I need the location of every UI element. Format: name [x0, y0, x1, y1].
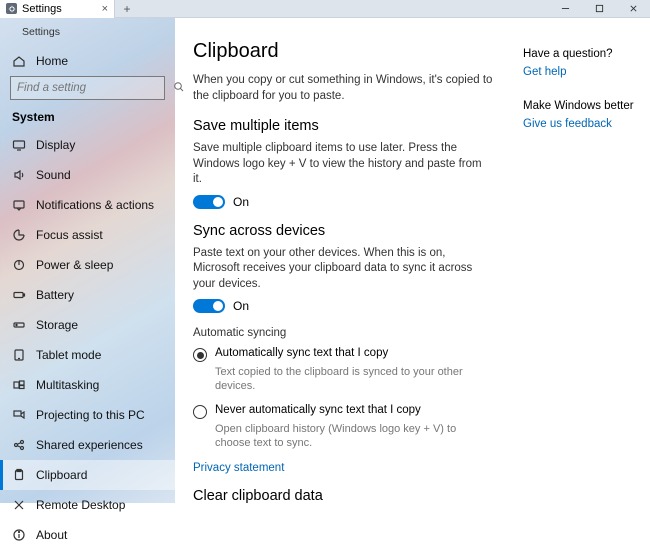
sidebar-item-about[interactable]: About — [0, 520, 175, 550]
save-desc: Save multiple clipboard items to use lat… — [193, 141, 493, 188]
sidebar-item-power[interactable]: Power & sleep — [0, 250, 175, 280]
help-question: Have a question? — [523, 48, 634, 60]
sound-icon — [12, 168, 26, 182]
settings-icon — [6, 3, 17, 14]
shared-icon — [12, 438, 26, 452]
sidebar-item-focus[interactable]: Focus assist — [0, 220, 175, 250]
search-input[interactable] — [17, 82, 173, 94]
radio-never-sync[interactable]: Never automatically sync text that I cop… — [193, 404, 493, 419]
display-icon — [12, 138, 26, 152]
sidebar-item-multitasking[interactable]: Multitasking — [0, 370, 175, 400]
home-icon — [12, 54, 26, 68]
close-window-button[interactable] — [616, 0, 650, 18]
sidebar-item-tablet[interactable]: Tablet mode — [0, 340, 175, 370]
help-sidebar: Have a question? Get help Make Windows b… — [493, 40, 634, 503]
search-icon — [173, 81, 185, 96]
page-title: Clipboard — [193, 40, 493, 63]
sidebar-item-notifications[interactable]: Notifications & actions — [0, 190, 175, 220]
title-bar: Settings × + — [0, 0, 650, 18]
radio-auto-sync-sub: Text copied to the clipboard is synced t… — [215, 365, 493, 394]
auto-sync-label: Automatic syncing — [193, 327, 493, 339]
privacy-link[interactable]: Privacy statement — [193, 462, 284, 474]
sidebar-item-battery[interactable]: Battery — [0, 280, 175, 310]
projecting-icon — [12, 408, 26, 422]
sidebar-category: System — [0, 106, 175, 130]
radio-selected-icon — [193, 348, 207, 362]
sync-heading: Sync across devices — [193, 223, 493, 239]
toggle-switch-on-icon — [193, 299, 225, 313]
radio-auto-sync[interactable]: Automatically sync text that I copy — [193, 347, 493, 362]
main-content: Clipboard When you copy or cut something… — [193, 40, 493, 503]
minimize-button[interactable] — [548, 0, 582, 18]
active-indicator — [0, 460, 3, 490]
sidebar-item-clipboard[interactable]: Clipboard — [0, 460, 175, 490]
notifications-icon — [12, 198, 26, 212]
sidebar-item-display[interactable]: Display — [0, 130, 175, 160]
back-row[interactable]: Settings — [0, 18, 175, 46]
focus-icon — [12, 228, 26, 242]
feedback-question: Make Windows better — [523, 100, 634, 112]
browser-tab[interactable]: Settings × — [0, 0, 115, 18]
sidebar-item-projecting[interactable]: Projecting to this PC — [0, 400, 175, 430]
sidebar-item-home[interactable]: Home — [0, 46, 175, 76]
new-tab-button[interactable]: + — [115, 2, 139, 16]
tab-title: Settings — [22, 3, 62, 15]
feedback-link[interactable]: Give us feedback — [523, 118, 634, 130]
sidebar-item-storage[interactable]: Storage — [0, 310, 175, 340]
maximize-button[interactable] — [582, 0, 616, 18]
sidebar: Settings Home System Display Sound Notif… — [0, 18, 175, 503]
page-intro: When you copy or cut something in Window… — [193, 73, 493, 104]
get-help-link[interactable]: Get help — [523, 66, 634, 78]
power-icon — [12, 258, 26, 272]
sync-toggle[interactable]: On — [193, 299, 493, 313]
close-tab-icon[interactable]: × — [102, 3, 108, 15]
radio-never-sync-sub: Open clipboard history (Windows logo key… — [215, 422, 493, 451]
multitask-icon — [12, 378, 26, 392]
sidebar-item-shared[interactable]: Shared experiences — [0, 430, 175, 460]
toggle-switch-on-icon — [193, 195, 225, 209]
save-heading: Save multiple items — [193, 118, 493, 134]
sync-desc: Paste text on your other devices. When t… — [193, 246, 493, 293]
search-box[interactable] — [10, 76, 165, 100]
clear-heading: Clear clipboard data — [193, 488, 493, 503]
battery-icon — [12, 288, 26, 302]
clipboard-icon — [12, 468, 26, 482]
radio-unselected-icon — [193, 405, 207, 419]
sidebar-item-sound[interactable]: Sound — [0, 160, 175, 190]
save-toggle[interactable]: On — [193, 195, 493, 209]
about-icon — [12, 528, 26, 542]
remote-icon — [12, 498, 26, 512]
back-label: Settings — [22, 26, 60, 38]
storage-icon — [12, 318, 26, 332]
tablet-icon — [12, 348, 26, 362]
sidebar-item-remote[interactable]: Remote Desktop — [0, 490, 175, 520]
